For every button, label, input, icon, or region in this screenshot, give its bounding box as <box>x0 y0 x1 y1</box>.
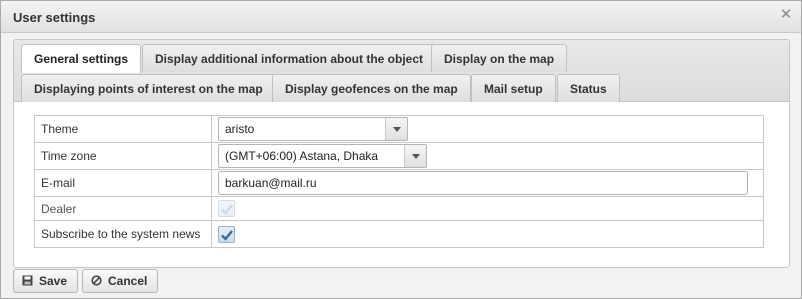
timezone-select[interactable]: (GMT+06:00) Astana, Dhaka <box>218 144 427 168</box>
news-cell <box>211 220 764 248</box>
form-row-news: Subscribe to the system news <box>34 220 764 248</box>
dealer-checkbox <box>218 200 235 217</box>
user-settings-dialog: User settings ✕ General settings Display… <box>0 0 802 299</box>
tab-display-on-map[interactable]: Display on the map <box>431 44 568 72</box>
save-label: Save <box>39 274 68 288</box>
subscribe-news-checkbox[interactable] <box>218 225 235 243</box>
checkmark-icon <box>221 204 233 215</box>
tab-label: General settings <box>34 52 129 66</box>
form-row-email: E-mail barkuan@mail.ru <box>34 169 764 197</box>
tab-general-settings[interactable]: General settings <box>21 44 142 73</box>
timezone-label: Time zone <box>34 142 212 170</box>
settings-form: Theme aristo Time zone (GMT+06:00) Astan… <box>34 115 764 248</box>
chevron-down-icon[interactable] <box>404 145 426 167</box>
tab-label: Display additional information about the… <box>155 52 424 66</box>
cancel-button[interactable]: Cancel <box>82 269 159 293</box>
chevron-down-icon[interactable] <box>385 118 407 140</box>
tab-display-additional-info[interactable]: Display additional information about the… <box>142 44 437 72</box>
timezone-cell: (GMT+06:00) Astana, Dhaka <box>211 142 764 170</box>
dealer-cell <box>211 196 764 221</box>
cancel-circle-icon <box>91 275 102 286</box>
theme-cell: aristo <box>211 115 764 143</box>
tab-mail-setup[interactable]: Mail setup <box>471 74 556 102</box>
close-icon[interactable]: ✕ <box>779 7 793 22</box>
tab-panel: General settings Display additional info… <box>13 39 790 268</box>
news-label: Subscribe to the system news <box>34 220 212 248</box>
email-label: E-mail <box>34 169 212 197</box>
tab-label: Display on the map <box>444 52 555 66</box>
tab-display-geofences[interactable]: Display geofences on the map <box>272 74 471 102</box>
tab-label: Displaying points of interest on the map <box>34 82 263 96</box>
checkmark-icon <box>221 229 233 241</box>
floppy-disk-icon <box>22 275 33 286</box>
tab-status[interactable]: Status <box>557 74 620 102</box>
form-row-timezone: Time zone (GMT+06:00) Astana, Dhaka <box>34 142 764 170</box>
window-title: User settings <box>13 10 96 25</box>
title-bar: User settings ✕ <box>1 1 801 33</box>
tab-label: Display geofences on the map <box>285 82 458 96</box>
tab-bar: General settings Display additional info… <box>14 40 789 102</box>
form-row-theme: Theme aristo <box>34 115 764 143</box>
tab-label: Mail setup <box>484 82 543 96</box>
tab-label: Status <box>570 82 607 96</box>
email-field[interactable]: barkuan@mail.ru <box>218 171 748 195</box>
cancel-label: Cancel <box>108 274 148 288</box>
email-cell: barkuan@mail.ru <box>211 169 764 197</box>
form-row-dealer: Dealer <box>34 196 764 221</box>
tab-points-of-interest[interactable]: Displaying points of interest on the map <box>21 74 276 102</box>
theme-label: Theme <box>34 115 212 143</box>
timezone-value: (GMT+06:00) Astana, Dhaka <box>225 149 379 163</box>
save-button[interactable]: Save <box>13 269 79 293</box>
dealer-label: Dealer <box>34 196 212 221</box>
theme-select[interactable]: aristo <box>218 117 408 141</box>
theme-value: aristo <box>225 122 255 136</box>
